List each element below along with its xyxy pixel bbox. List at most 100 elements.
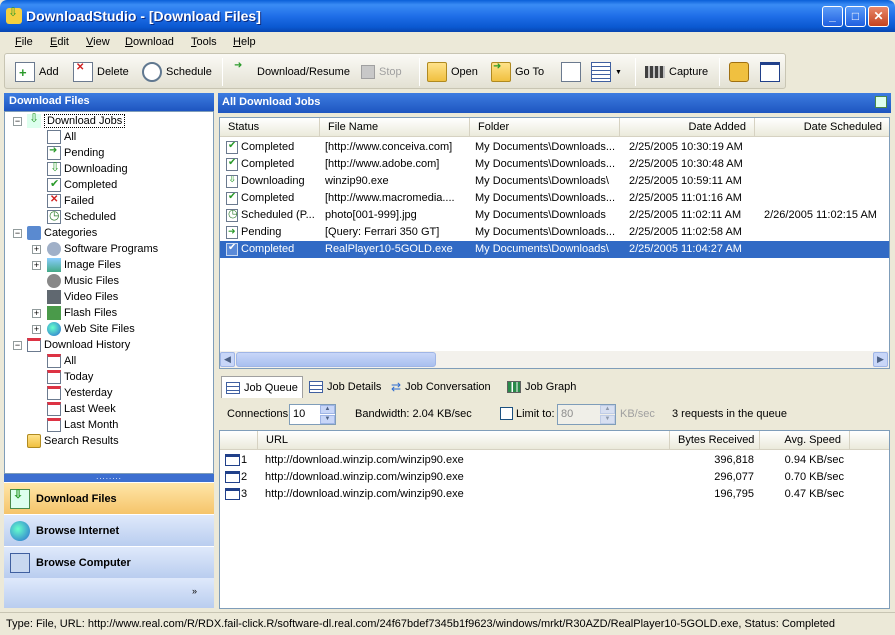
nav-browse-internet[interactable]: Browse Internet	[4, 514, 214, 546]
queue-info: 3 requests in the queue	[672, 408, 787, 420]
maximize-button[interactable]: □	[845, 6, 866, 27]
limit-unit: KB/sec	[620, 408, 655, 420]
scroll-thumb[interactable]	[236, 352, 436, 367]
col-avg-speed[interactable]: Avg. Speed	[760, 431, 850, 450]
spin-up-icon[interactable]: ▲	[320, 405, 335, 414]
chevron-down-icon[interactable]: ▼	[615, 69, 622, 76]
table-row[interactable]: ✔ Completed [http://www.conceiva.com] My…	[220, 139, 889, 156]
spin-down-icon[interactable]: ▼	[600, 415, 615, 424]
window-button[interactable]	[760, 60, 780, 84]
col-folder[interactable]: Folder	[470, 118, 620, 137]
table-row[interactable]: ◷ Scheduled (P... photo[001-999].jpg My …	[220, 207, 889, 224]
spin-up-icon[interactable]: ▲	[600, 405, 615, 414]
spin-down-icon[interactable]: ▼	[320, 415, 335, 424]
tree-jobs-scheduled[interactable]: Scheduled	[47, 208, 116, 225]
menu-file[interactable]: File	[15, 36, 33, 48]
nav-browse-computer[interactable]: Browse Computer	[4, 546, 214, 578]
tree-jobs-completed[interactable]: Completed	[47, 177, 117, 193]
capture-button[interactable]: Capture	[645, 60, 708, 84]
close-button[interactable]: ✕	[868, 6, 889, 27]
horizontal-scrollbar[interactable]: ◀ ▶	[220, 351, 889, 368]
stop-button[interactable]: Stop	[361, 60, 402, 84]
tree-history-last-week[interactable]: Last Week	[47, 401, 116, 417]
menu-download[interactable]: Download	[125, 36, 174, 48]
expand-toggle[interactable]: +	[32, 261, 41, 270]
completed-icon	[47, 177, 61, 192]
pending-icon	[47, 145, 61, 160]
menu-view[interactable]: View	[86, 36, 110, 48]
list-item[interactable]: 1 http://download.winzip.com/winzip90.ex…	[220, 452, 889, 469]
tab-job-graph[interactable]: Job Graph	[503, 376, 580, 398]
properties-button[interactable]	[561, 60, 581, 84]
tree-web-site-files[interactable]: Web Site Files	[47, 321, 135, 337]
col-status[interactable]: Status	[220, 118, 320, 137]
tree-jobs-all[interactable]: All	[47, 129, 76, 145]
scheduled-icon: ◷	[226, 209, 238, 222]
toolbar: + Add Delete Schedule Download/Resume St…	[4, 53, 786, 89]
col-index[interactable]	[220, 431, 258, 450]
scheduled-icon	[47, 208, 61, 224]
tree-history-last-month[interactable]: Last Month	[47, 417, 118, 433]
col-date-scheduled[interactable]: Date Scheduled	[755, 118, 889, 137]
panel-splitter[interactable]: ........	[4, 473, 214, 482]
table-row[interactable]: ✔ Completed [http://www.adobe.com] My Do…	[220, 156, 889, 173]
tree-download-history[interactable]: Download History	[27, 337, 130, 353]
tree-jobs-pending[interactable]: Pending	[47, 145, 104, 161]
tab-job-queue[interactable]: Job Queue	[221, 376, 303, 398]
tree-history-all[interactable]: All	[47, 353, 76, 369]
tree-flash-files[interactable]: Flash Files	[47, 305, 117, 321]
expand-toggle[interactable]: +	[32, 309, 41, 318]
queue-table-header: URL Bytes Received Avg. Speed	[220, 431, 889, 450]
table-row[interactable]: ⇩ Downloading winzip90.exe My Documents\…	[220, 173, 889, 190]
collapse-toggle[interactable]: −	[13, 229, 22, 238]
scroll-left-icon[interactable]: ◀	[220, 352, 235, 367]
menu-tools[interactable]: Tools	[191, 36, 217, 48]
open-button[interactable]: Open	[427, 60, 478, 84]
list-item[interactable]: 2 http://download.winzip.com/winzip90.ex…	[220, 469, 889, 486]
globe-icon	[47, 322, 61, 336]
clock-icon	[142, 62, 162, 82]
tree-categories[interactable]: Categories	[27, 225, 97, 241]
scroll-right-icon[interactable]: ▶	[873, 352, 888, 367]
col-url[interactable]: URL	[258, 431, 670, 450]
tree-history-today[interactable]: Today	[47, 369, 93, 385]
schedule-button[interactable]: Schedule	[142, 60, 212, 84]
tab-job-details[interactable]: Job Details	[305, 376, 385, 398]
connections-stepper[interactable]: 10 ▲ ▼	[289, 404, 336, 425]
menu-help[interactable]: Help	[233, 36, 256, 48]
tree-music-files[interactable]: Music Files	[47, 273, 119, 289]
nav-download-files[interactable]: Download Files	[4, 482, 214, 514]
col-date-added[interactable]: Date Added	[620, 118, 755, 137]
limit-checkbox[interactable]	[500, 407, 513, 420]
table-row[interactable]: ➜ Pending [Query: Ferrari 350 GT] My Doc…	[220, 224, 889, 241]
tree-search-results[interactable]: Search Results	[27, 433, 119, 449]
tab-job-conversation[interactable]: ⇄ Job Conversation	[387, 376, 495, 398]
go-to-button[interactable]: Go To	[491, 60, 544, 84]
collapse-toggle[interactable]: −	[13, 341, 22, 350]
tree-jobs-downloading[interactable]: Downloading	[47, 160, 128, 177]
add-button[interactable]: + Add	[15, 60, 59, 84]
chevron-double-right-icon[interactable]: »	[192, 586, 197, 596]
tree-jobs-failed[interactable]: Failed	[47, 193, 94, 209]
settings-button[interactable]	[729, 60, 749, 84]
minimize-button[interactable]: _	[822, 6, 843, 27]
tree-video-files[interactable]: Video Files	[47, 289, 118, 305]
col-bytes-received[interactable]: Bytes Received	[670, 431, 760, 450]
collapse-toggle[interactable]: −	[13, 117, 22, 126]
tree-software-programs[interactable]: Software Programs	[47, 241, 158, 257]
menu-edit[interactable]: Edit	[50, 36, 69, 48]
list-item[interactable]: 3 http://download.winzip.com/winzip90.ex…	[220, 486, 889, 503]
table-row-selected[interactable]: ✔ Completed RealPlayer10-5GOLD.exe My Do…	[220, 241, 889, 258]
refresh-icon[interactable]	[875, 96, 887, 108]
tree-image-files[interactable]: Image Files	[47, 257, 121, 273]
tree-history-yesterday[interactable]: Yesterday	[47, 385, 113, 401]
delete-button[interactable]: Delete	[73, 60, 129, 84]
tree-download-jobs[interactable]: Download Jobs	[27, 112, 126, 129]
col-file-name[interactable]: File Name	[320, 118, 470, 137]
limit-stepper[interactable]: 80 ▲ ▼	[557, 404, 616, 425]
expand-toggle[interactable]: +	[32, 245, 41, 254]
table-row[interactable]: ✔ Completed [http://www.macromedia.... M…	[220, 190, 889, 207]
view-button[interactable]: ▼	[591, 60, 622, 84]
download-resume-button[interactable]: Download/Resume	[233, 60, 350, 84]
expand-toggle[interactable]: +	[32, 325, 41, 334]
